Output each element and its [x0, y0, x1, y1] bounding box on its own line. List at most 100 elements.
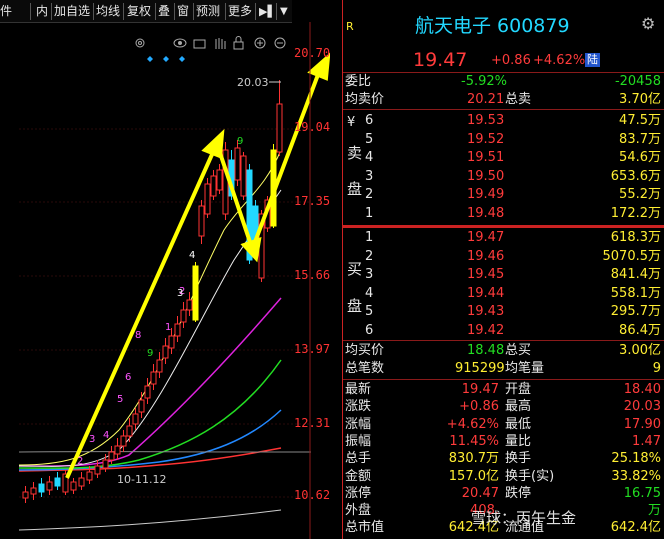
level-price: 19.44: [467, 285, 505, 301]
candle-body: [78, 477, 85, 487]
gear-icon[interactable]: ⚙: [641, 15, 655, 32]
kline-chart[interactable]: 2345681293489 10-11.12 20.03: [0, 22, 330, 539]
stat-row: 涨幅 +4.62% 最低 17.90: [343, 416, 664, 433]
level-number: 5: [365, 131, 374, 147]
toolbar-item-ma[interactable]: 均线: [96, 4, 120, 19]
sell-level-row: 1 19.48 172.2万: [343, 205, 664, 222]
weibi-row: 委比 -5.92% -20458: [343, 73, 664, 90]
stat-label: 开盘: [505, 382, 532, 397]
level-number: 3: [365, 267, 374, 282]
chevron-down-icon[interactable]: ▼: [280, 4, 288, 19]
stat-value: 19.47: [461, 382, 499, 397]
candle-body: [234, 147, 241, 181]
toolbar-divider: [276, 3, 277, 20]
toolbar-divider: [174, 3, 175, 20]
candle-body: [216, 169, 223, 191]
per-trade-row: 总笔数 915299 均笔量 9: [343, 360, 664, 377]
candle-body: [94, 465, 101, 475]
candle-body: [132, 413, 139, 425]
total-buy-value: 3.00亿: [619, 343, 661, 358]
trade-count-label: 总笔数: [345, 361, 385, 376]
candle-body: [150, 371, 157, 385]
stat-label: 量比: [505, 433, 532, 449]
toolbar-item-adjust[interactable]: 复权: [127, 4, 151, 19]
avg-sell-row: 均卖价 20.21 总卖 3.70亿: [343, 91, 664, 108]
candle-body: [38, 483, 45, 493]
r-badge: R: [346, 20, 354, 33]
high-marker-label: 20.03: [237, 76, 269, 89]
candle-body: [126, 425, 133, 437]
candle-body: [210, 175, 217, 197]
avg-trade-label: 均笔量: [505, 361, 545, 376]
candle-body: [54, 477, 61, 487]
level-volume: 86.4万: [619, 322, 661, 338]
stat-row: 涨停 20.47 跌停 16.75: [343, 485, 664, 502]
market-badge: 陆: [585, 53, 600, 67]
candle-body: [46, 481, 53, 491]
candle-body: [120, 435, 127, 447]
candle-body: [162, 345, 169, 359]
level-number: 5: [365, 304, 374, 319]
level-number: 6: [365, 113, 374, 128]
ma-yellow: [18, 149, 282, 466]
candle-body: [174, 323, 181, 337]
bid-ask-divider: [343, 225, 664, 228]
toolbar-item-file[interactable]: 件: [0, 4, 12, 19]
candle-body: [22, 491, 29, 499]
stat-label: 总市值: [345, 520, 385, 536]
toolbar-item-inner[interactable]: 内: [36, 4, 48, 19]
candle-body: [138, 399, 145, 413]
sell-level-row: 3 19.50 653.6万: [343, 168, 664, 185]
candle-body: [30, 487, 37, 495]
expand-right-icon[interactable]: ▶▌: [259, 4, 276, 19]
stat-value: 33.82%: [611, 468, 661, 484]
buy-level-row: 1 19.47 618.3万: [343, 229, 664, 246]
stat-label: 总手: [345, 451, 372, 467]
stat-value: 1.47: [632, 433, 661, 449]
level-number: 1: [365, 205, 374, 221]
candle-body: [156, 359, 163, 373]
toolbar-item-add-watchlist[interactable]: 加自选: [54, 4, 90, 19]
toolbar-divider: [93, 3, 94, 20]
level-number: 3: [365, 168, 374, 184]
level-price: 19.50: [467, 168, 505, 184]
count-label: 8: [135, 330, 141, 341]
avg-buy-row: 均买价 18.48 总买 3.00亿: [343, 342, 664, 359]
avg-sell-price: 20.21: [467, 92, 505, 107]
stat-value: 157.0亿: [448, 468, 499, 484]
toolbar-item-more[interactable]: 更多: [228, 4, 252, 19]
level-price: 19.48: [467, 205, 505, 221]
chart-toolbar: 件 内 加自选 均线 复权 叠 窗 预测 更多 ▶▌ ▼: [0, 0, 292, 23]
stat-row: 金额 157.0亿 换手(实) 33.82%: [343, 468, 664, 485]
toolbar-item-forecast[interactable]: 预测: [196, 4, 220, 19]
stat-value: +4.62%: [446, 416, 499, 432]
avg-sell-label: 均卖价: [345, 92, 385, 107]
price-tick: 13.97: [294, 342, 331, 356]
buy-level-row: 5 19.43 295.7万: [343, 303, 664, 320]
stat-label: 振幅: [345, 433, 372, 449]
sell-level-row: 5 19.52 83.7万: [343, 131, 664, 148]
candle-body: [204, 183, 211, 215]
level-volume: 54.6万: [619, 150, 661, 165]
weibi-label: 委比: [345, 74, 372, 89]
price-change-pct: +4.62%: [533, 53, 586, 68]
toolbar-divider: [155, 3, 156, 20]
candle-body: [114, 445, 121, 455]
stat-value: 20.03: [623, 399, 661, 415]
toolbar-item-window[interactable]: 窗: [177, 4, 189, 19]
candle-body: [70, 481, 77, 491]
buy-level-row: 6 19.42 86.4万: [343, 322, 664, 339]
level-price: 19.47: [467, 230, 505, 245]
toolbar-item-overlay[interactable]: 叠: [158, 4, 170, 19]
quote-line: 19.47 +0.86 +4.62% 陆: [343, 48, 664, 72]
stat-value: 16.75: [623, 485, 661, 501]
level-number: 2: [365, 187, 374, 202]
candle-body: [276, 103, 283, 153]
buy-level-row: 2 19.46 5070.5万: [343, 248, 664, 265]
stat-row: 最新 19.47 开盘 18.40: [343, 381, 664, 398]
sell-level-row: 2 19.49 55.2万: [343, 186, 664, 203]
price-tick: 12.31: [294, 416, 331, 430]
candle-body: [108, 451, 115, 461]
level-price: 19.45: [467, 267, 505, 282]
stat-label: 涨幅: [345, 416, 372, 432]
